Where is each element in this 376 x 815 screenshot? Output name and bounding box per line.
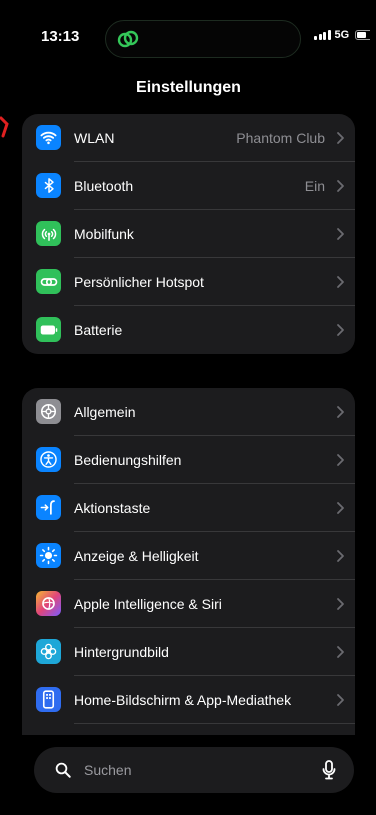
chevron-right-icon [337,324,344,336]
row-label: Batterie [74,322,123,338]
chevron-right-icon [337,694,344,706]
wifi-icon [36,125,61,150]
chevron-right-icon [337,646,344,658]
chevron-right-icon [337,502,344,514]
row-label: WLAN [74,130,115,146]
signal-icon [314,30,331,40]
chevron-right-icon [337,132,344,144]
settings-group-connectivity: WLAN Phantom Club Bluetooth Ein Mobilfun… [22,114,355,354]
settings-row-batterie[interactable]: Batterie [22,306,355,354]
status-time: 13:13 [41,28,80,45]
action-button-icon [36,495,61,520]
accessibility-icon [36,447,61,472]
settings-row-allgemein[interactable]: Allgemein [22,388,355,436]
page-title: Einstellungen [136,79,241,96]
bluetooth-icon [36,173,61,198]
row-label: Mobilfunk [74,226,134,242]
row-label: Hintergrundbild [74,644,169,660]
dynamic-island[interactable] [105,20,301,58]
gear-icon [36,399,61,424]
row-label: Allgemein [74,404,136,420]
microphone-icon[interactable] [322,760,336,780]
search-placeholder: Suchen [84,762,132,778]
settings-row-hotspot[interactable]: Persönlicher Hotspot [22,258,355,306]
settings-row-hintergrundbild[interactable]: Hintergrundbild [22,628,355,676]
settings-row-aktionstaste[interactable]: Aktionstaste [22,484,355,532]
battery-icon [36,317,61,342]
chevron-right-icon [337,550,344,562]
settings-row-apple-intelligence[interactable]: Apple Intelligence & Siri [22,580,355,628]
row-value: Ein [304,178,325,194]
settings-row-wlan[interactable]: WLAN Phantom Club [22,114,355,162]
chevron-right-icon [337,180,344,192]
settings-screen: 13:13 5G Einstellungen WLAN Phantom Club… [7,0,370,815]
hotspot-link-icon [117,30,139,48]
battery-status-icon [355,30,370,40]
row-label: Bluetooth [74,178,134,194]
sun-icon [36,543,61,568]
apple-intelligence-icon [36,591,61,616]
chevron-right-icon [337,454,344,466]
settings-row-bedienungshilfen[interactable]: Bedienungshilfen [22,436,355,484]
chevron-right-icon [337,406,344,418]
row-label: Persönlicher Hotspot [74,274,204,290]
settings-row-mobilfunk[interactable]: Mobilfunk [22,210,355,258]
row-label: Anzeige & Helligkeit [74,548,199,564]
chevron-right-icon [337,598,344,610]
search-icon [55,762,71,778]
row-label: Aktionstaste [74,500,151,516]
settings-group-general: Allgemein Bedienungshilfen Aktionstaste … [22,388,355,748]
flower-icon [36,639,61,664]
antenna-icon [36,221,61,246]
row-label: Bedienungshilfen [74,452,182,468]
row-label: Home-Bildschirm & App-Mediathek [74,692,292,708]
network-type: 5G [334,29,350,41]
status-indicators: 5G [314,29,370,41]
settings-row-anzeige[interactable]: Anzeige & Helligkeit [22,532,355,580]
chevron-right-icon [337,228,344,240]
settings-row-bluetooth[interactable]: Bluetooth Ein [22,162,355,210]
search-field[interactable]: Suchen [34,747,354,793]
row-label: Apple Intelligence & Siri [74,596,222,612]
annotation-mark [0,116,9,138]
chevron-right-icon [337,276,344,288]
home-screen-icon [36,687,61,712]
hotspot-link-icon [36,269,61,294]
row-value: Phantom Club [236,130,325,146]
settings-row-home-bildschirm[interactable]: Home-Bildschirm & App-Mediathek [22,676,355,724]
